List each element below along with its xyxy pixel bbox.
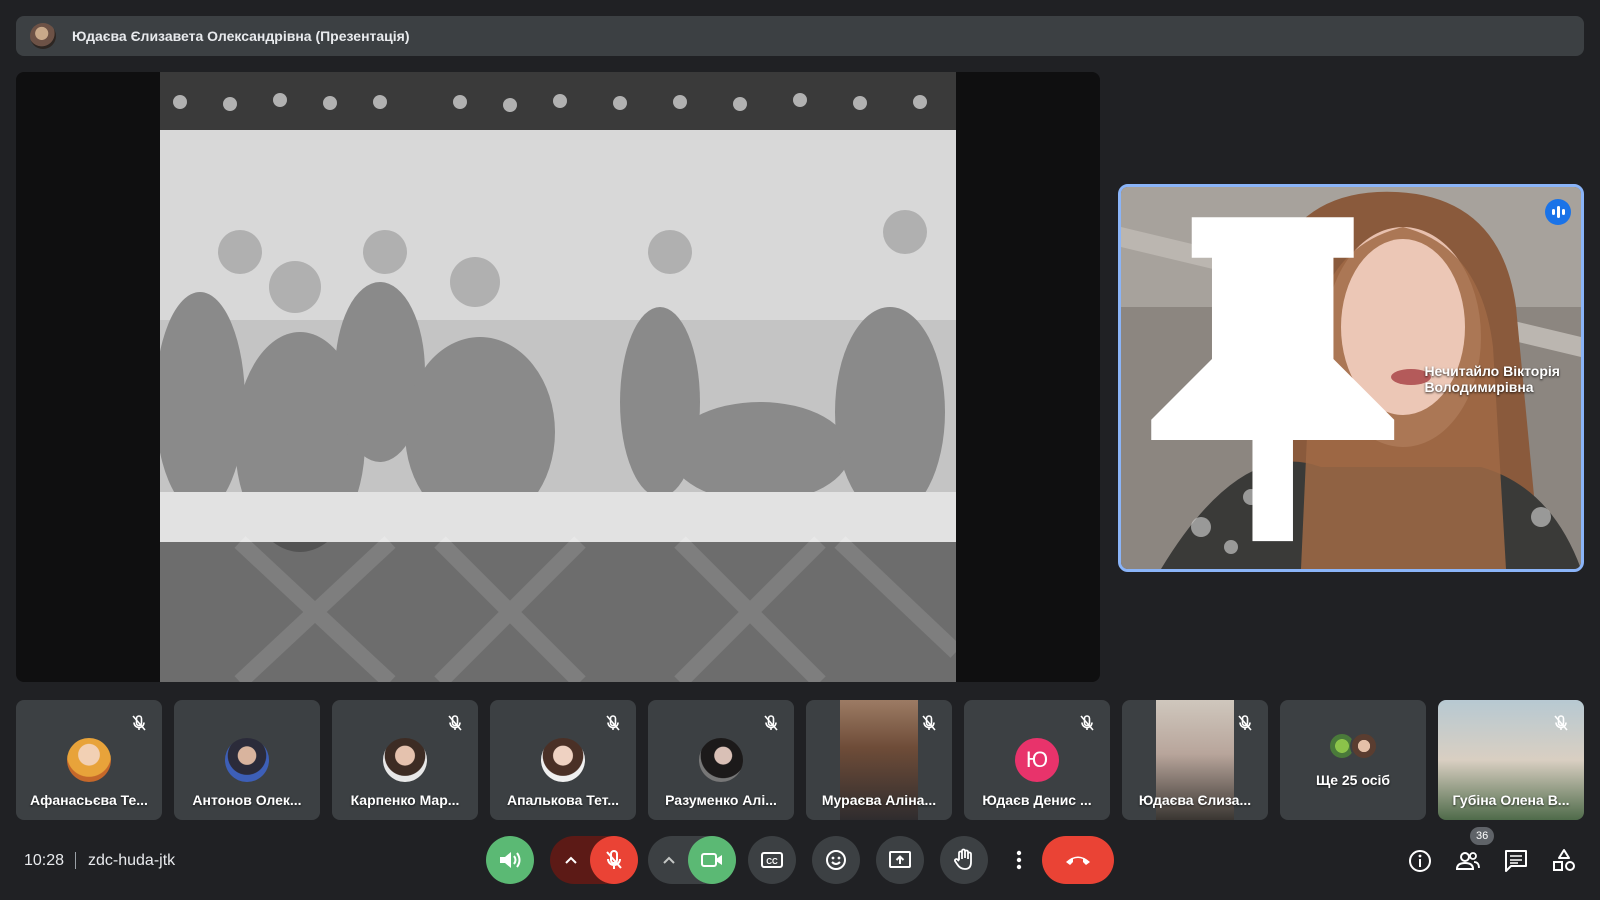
participant-avatar: [225, 738, 269, 782]
raise-hand-button[interactable]: [940, 836, 988, 884]
participant-name: Юдаєва Єлиза...: [1138, 792, 1252, 808]
pin-icon[interactable]: [1131, 197, 1414, 561]
participant-name: Юдаєв Денис ...: [982, 792, 1092, 808]
microphone-control[interactable]: [550, 836, 638, 884]
participant-name: Карпенко Мар...: [350, 792, 460, 808]
mic-off-icon: [922, 715, 936, 731]
speaker-audio-button[interactable]: [486, 836, 534, 884]
presentation-stage[interactable]: [16, 72, 1100, 682]
participant-tile[interactable]: Апалькова Тет...: [490, 700, 636, 820]
participant-tile[interactable]: Афанасьєва Те...: [16, 700, 162, 820]
meeting-code: zdc-huda-jtk: [88, 852, 176, 869]
reactions-button[interactable]: [812, 836, 860, 884]
emoji-icon: [826, 850, 846, 870]
participant-name: Разуменко Алі...: [665, 792, 777, 808]
presentation-header[interactable]: Юдаєва Єлизавета Олександрівна (Презента…: [16, 16, 1584, 56]
more-options-button[interactable]: [1002, 836, 1036, 884]
participant-name: Апалькова Тет...: [506, 792, 620, 808]
participant-avatar: [699, 738, 743, 782]
closed-captions-icon: CC: [761, 852, 783, 868]
participant-strip: Афанасьєва Те... Антонов Олек... Карпенк…: [16, 700, 1584, 820]
mic-off-icon: [1238, 715, 1252, 731]
participant-avatar: [383, 738, 427, 782]
svg-text:CC: CC: [766, 857, 778, 866]
participant-name: Антонов Олек...: [192, 792, 302, 808]
chevron-up-icon[interactable]: [564, 855, 578, 865]
raise-hand-icon: [954, 848, 972, 870]
present-screen-button[interactable]: [876, 836, 924, 884]
leave-call-button[interactable]: [1042, 836, 1114, 884]
present-screen-icon: [889, 851, 911, 868]
mic-off-icon: [1080, 715, 1094, 731]
speaker-label: Нечитайло Вікторія Володимирівна: [1131, 197, 1581, 561]
more-vert-icon: [1016, 850, 1022, 870]
people-icon[interactable]: [1455, 848, 1481, 874]
participant-letter-avatar: Ю: [1015, 738, 1059, 782]
camera-control[interactable]: [648, 836, 736, 884]
participant-avatar: [67, 738, 111, 782]
chat-icon[interactable]: [1503, 848, 1529, 874]
participant-tile[interactable]: Разуменко Алі...: [648, 700, 794, 820]
camera-button[interactable]: [688, 836, 736, 884]
meeting-clock: 10:28: [24, 852, 65, 869]
speaker-name: Нечитайло Вікторія Володимирівна: [1424, 362, 1560, 395]
mic-off-icon: [1554, 715, 1568, 731]
participant-tile[interactable]: Юдаєва Єлиза...: [1122, 700, 1268, 820]
chevron-up-icon[interactable]: [662, 855, 676, 865]
video-camera-icon: [701, 853, 722, 867]
participant-name: Губіна Олена В...: [1452, 792, 1570, 808]
divider: [75, 852, 76, 869]
participant-name: Афанасьєва Те...: [30, 792, 148, 808]
more-participants-avatars: [1328, 732, 1378, 760]
active-speaker-tile[interactable]: Нечитайло Вікторія Володимирівна: [1118, 184, 1584, 572]
participant-tile[interactable]: Ю Юдаєв Денис ...: [964, 700, 1110, 820]
captions-button[interactable]: CC: [748, 836, 796, 884]
presentation-title: Юдаєва Єлизавета Олександрівна (Презента…: [72, 28, 410, 44]
participant-tile[interactable]: Карпенко Мар...: [332, 700, 478, 820]
mute-microphone-button[interactable]: [590, 836, 638, 884]
participant-tile[interactable]: Мураєва Аліна...: [806, 700, 952, 820]
mic-off-icon: [606, 715, 620, 731]
activities-icon[interactable]: [1551, 848, 1577, 874]
more-participants-label: Ще 25 осіб: [1315, 772, 1391, 788]
more-participants-tile[interactable]: Ще 25 осіб: [1280, 700, 1426, 820]
participant-tile[interactable]: Антонов Олек...: [174, 700, 320, 820]
participant-avatar: [541, 738, 585, 782]
participant-name: Мураєва Аліна...: [821, 792, 937, 808]
presentation-slide-image: [160, 72, 956, 682]
meeting-info-icon[interactable]: [1407, 848, 1433, 874]
call-end-icon: [1066, 856, 1090, 865]
mic-off-icon: [606, 849, 622, 869]
participant-tile[interactable]: Губіна Олена В...: [1438, 700, 1584, 820]
presenter-avatar: [30, 23, 56, 49]
participants-count-badge: 36: [1470, 827, 1495, 845]
mic-off-icon: [132, 715, 146, 731]
mic-off-icon: [448, 715, 462, 731]
volume-icon: [500, 852, 521, 868]
mic-off-icon: [764, 715, 778, 731]
